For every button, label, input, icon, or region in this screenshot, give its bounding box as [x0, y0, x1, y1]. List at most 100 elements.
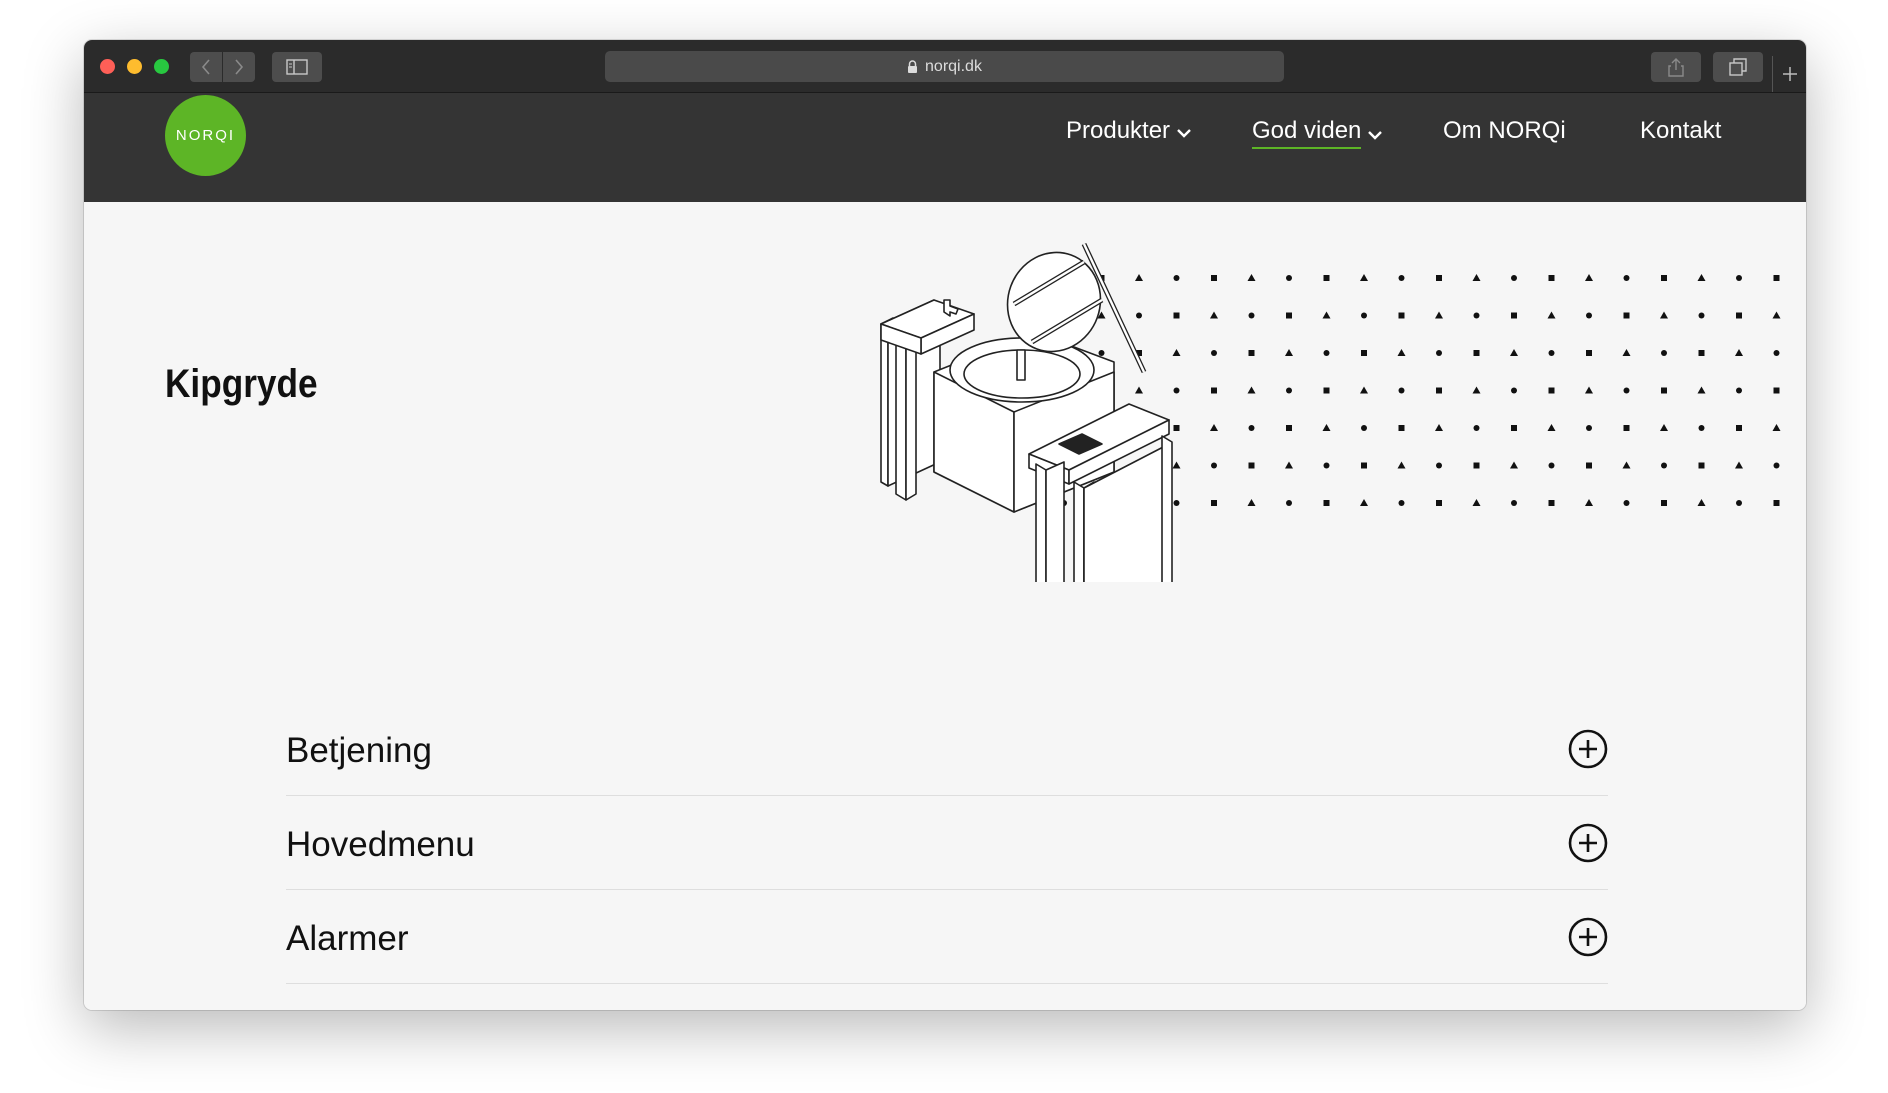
pattern-mark: [1585, 386, 1593, 394]
pattern-mark: [1511, 425, 1517, 431]
page-content: Kipgryde Betjening Hovedmenu Alarmer: [84, 202, 1806, 1010]
minimize-window-button[interactable]: [127, 59, 142, 74]
pattern-mark: [1398, 312, 1405, 319]
pattern-mark: [1397, 349, 1406, 356]
pattern-mark: [1586, 462, 1592, 469]
pattern-mark: [1323, 387, 1330, 394]
pattern-mark: [1322, 424, 1331, 431]
accordion-item-hovedmenu[interactable]: Hovedmenu: [286, 796, 1608, 890]
pattern-mark: [1473, 462, 1480, 469]
pattern-mark: [1436, 275, 1442, 281]
nav-item-om-norqi[interactable]: Om NORQi: [1443, 117, 1566, 145]
plus-icon: [1783, 67, 1797, 81]
pattern-mark: [1323, 350, 1330, 356]
pattern-mark: [1286, 500, 1292, 506]
pattern-mark: [1211, 462, 1217, 469]
pattern-mark: [1247, 386, 1256, 394]
nav-item-produkter[interactable]: Produkter: [1066, 117, 1192, 145]
share-icon: [1668, 58, 1684, 77]
pattern-mark: [1773, 275, 1780, 281]
pattern-mark: [1286, 312, 1292, 319]
pattern-mark: [1698, 350, 1705, 356]
pattern-mark: [1286, 275, 1292, 281]
zoom-window-button[interactable]: [154, 59, 169, 74]
pattern-mark: [1210, 311, 1218, 319]
pattern-mark: [1511, 312, 1517, 319]
new-tab-button[interactable]: [1772, 56, 1806, 92]
plus-circle-icon[interactable]: [1568, 729, 1608, 769]
site-header: NORQI Produkter God viden Om NORQi Konta…: [84, 93, 1806, 202]
back-button[interactable]: [190, 52, 222, 82]
chevron-right-icon: [235, 59, 244, 75]
nav-label: Kontakt: [1640, 117, 1722, 144]
pattern-mark: [1661, 350, 1667, 356]
pattern-mark: [1736, 500, 1742, 506]
pattern-mark: [1361, 462, 1367, 469]
pattern-mark: [1436, 462, 1442, 469]
share-button[interactable]: [1651, 52, 1701, 82]
pattern-mark: [1623, 312, 1630, 319]
pattern-mark: [1323, 500, 1330, 506]
pattern-mark: [1360, 274, 1368, 281]
pattern-mark: [1660, 311, 1668, 319]
accordion-item-alarmer[interactable]: Alarmer: [286, 890, 1608, 984]
plus-circle-icon[interactable]: [1568, 823, 1608, 863]
pattern-mark: [1435, 424, 1443, 431]
sidebar-toggle-button[interactable]: [272, 52, 322, 82]
pattern-mark: [1285, 461, 1293, 469]
pattern-mark: [1285, 349, 1293, 356]
nav-item-kontakt[interactable]: Kontakt: [1640, 117, 1721, 145]
pattern-mark: [1773, 462, 1780, 469]
pattern-mark: [1585, 274, 1593, 281]
pattern-mark: [1361, 350, 1367, 356]
forward-button[interactable]: [223, 52, 255, 82]
nav-label: God viden: [1252, 117, 1362, 149]
pattern-mark: [1698, 312, 1705, 319]
pattern-mark: [1736, 275, 1742, 281]
pattern-mark: [1548, 275, 1555, 281]
pattern-mark: [1548, 350, 1555, 356]
pattern-mark: [1361, 312, 1367, 319]
pattern-mark: [1248, 425, 1255, 431]
pattern-mark: [1472, 386, 1481, 394]
pattern-mark: [1697, 274, 1706, 281]
plus-circle-icon[interactable]: [1568, 917, 1608, 957]
nav-item-god-viden[interactable]: God viden: [1252, 117, 1383, 149]
pattern-mark: [1511, 387, 1517, 394]
pattern-mark: [1397, 461, 1406, 469]
pattern-mark: [1623, 500, 1630, 506]
address-bar[interactable]: norqi.dk: [605, 51, 1284, 82]
pattern-mark: [1398, 275, 1405, 281]
url-text: norqi.dk: [925, 57, 982, 75]
pattern-mark: [1472, 499, 1481, 506]
pattern-mark: [1548, 500, 1555, 506]
pattern-mark: [1623, 425, 1630, 431]
pattern-mark: [1772, 311, 1781, 319]
pattern-mark: [1510, 461, 1518, 469]
pattern-mark: [1286, 425, 1292, 431]
sidebar-icon: [286, 59, 308, 75]
pattern-mark: [1472, 274, 1481, 281]
tilting-kettle-illustration: [880, 242, 1173, 582]
pattern-mark: [1248, 350, 1255, 356]
pattern-mark: [1436, 387, 1442, 394]
pattern-mark: [1511, 500, 1517, 506]
pattern-mark: [1661, 275, 1667, 281]
pattern-mark: [1660, 424, 1668, 431]
pattern-mark: [1622, 349, 1631, 356]
pattern-mark: [1773, 387, 1780, 394]
pattern-mark: [1547, 311, 1556, 319]
accordion-item-betjening[interactable]: Betjening: [286, 702, 1608, 796]
pattern-mark: [1473, 350, 1480, 356]
pattern-mark: [1547, 424, 1556, 431]
close-window-button[interactable]: [100, 59, 115, 74]
pattern-mark: [1436, 500, 1442, 506]
pattern-mark: [1211, 275, 1217, 281]
pattern-mark: [1248, 462, 1255, 469]
pattern-mark: [1511, 275, 1517, 281]
pattern-mark: [1661, 462, 1667, 469]
pattern-mark: [1473, 425, 1480, 431]
pattern-mark: [1697, 499, 1706, 506]
pattern-mark: [1286, 387, 1292, 394]
show-tabs-button[interactable]: [1713, 52, 1763, 82]
